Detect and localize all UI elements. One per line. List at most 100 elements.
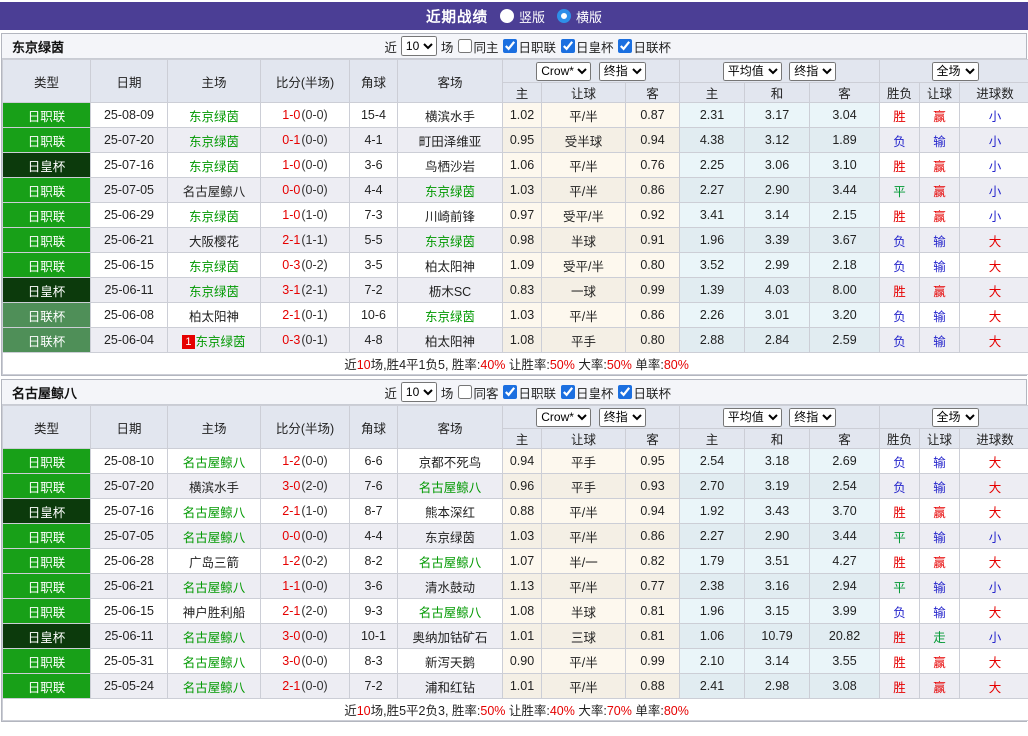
halftime-score: (2-0) — [301, 479, 328, 493]
summary-segment: 50% — [549, 358, 575, 372]
avg-draw-cell: 3.06 — [744, 152, 811, 178]
recent-count-select[interactable]: 10 — [400, 382, 437, 402]
avg-source-select[interactable]: 平均值 — [722, 407, 782, 427]
avg-time-select[interactable]: 终指 — [789, 407, 837, 427]
odds-group-header: Crow* 终指 — [501, 59, 681, 83]
date-cell: 25-06-21 — [90, 227, 168, 253]
scope-group-header: 全场 — [879, 59, 1028, 83]
home-team-cell: 广岛三箭 — [167, 548, 261, 574]
layout-radio-vertical[interactable]: 竖版 — [499, 7, 545, 26]
away-team-cell: 东京绿茵 — [397, 227, 503, 253]
col-handicap-result: 让球 — [919, 82, 961, 103]
avg-away-cell: 3.44 — [809, 177, 881, 203]
fulltime-score: 1-0 — [282, 158, 301, 172]
away-team-cell: 熊本深红 — [397, 498, 503, 524]
odds-time-select[interactable]: 终指 — [598, 407, 646, 427]
odds-home-cell: 0.96 — [502, 473, 542, 499]
corner-count-cell: 7-6 — [349, 473, 398, 499]
jleague-checkbox[interactable] — [503, 385, 518, 399]
summary-segment: 80% — [663, 358, 689, 372]
corner-count-cell: 4-8 — [349, 327, 398, 353]
away-team-cell: 东京绿茵 — [397, 302, 503, 328]
avg-away-cell: 3.67 — [809, 227, 881, 253]
league-filter-jleague[interactable]: 日职联 — [503, 37, 556, 56]
away-team-name: 熊本深红 — [424, 505, 475, 520]
corner-count-cell: 3-5 — [349, 252, 398, 278]
same-venue-filter[interactable]: 同客 — [458, 383, 498, 402]
avg-draw-cell: 3.39 — [744, 227, 811, 253]
goals-result-cell: 大 — [959, 673, 1028, 699]
avg-away-cell: 2.69 — [809, 448, 881, 474]
emperor-cup-checkbox[interactable] — [560, 39, 575, 53]
away-team-name: 横滨水手 — [424, 109, 475, 124]
same-venue-checkbox[interactable] — [458, 385, 473, 399]
score-cell: 2-1(0-0) — [260, 673, 350, 699]
league-label: 日联杯 — [633, 386, 671, 401]
away-team-cell: 名古屋鲸八 — [397, 598, 503, 624]
layout-radio-horizontal[interactable]: 横版 — [557, 7, 602, 26]
summary-segment: 70% — [606, 704, 632, 718]
avg-home-cell: 2.26 — [679, 302, 746, 328]
league-filter-levain-cup[interactable]: 日联杯 — [618, 383, 671, 402]
goals-result-cell: 小 — [959, 573, 1028, 599]
halftime-score: (0-1) — [301, 333, 328, 347]
avg-home-cell: 2.54 — [679, 448, 746, 474]
recent-count-select[interactable]: 10 — [400, 36, 437, 56]
odds-home-cell: 0.83 — [502, 277, 542, 303]
home-team-cell: 东京绿茵 — [167, 202, 261, 228]
odds-source-select[interactable]: Crow* — [536, 61, 592, 81]
levain-cup-checkbox[interactable] — [618, 39, 633, 53]
score-cell: 3-0(0-0) — [260, 648, 350, 674]
avg-draw-cell: 2.84 — [744, 327, 811, 353]
league-type-cell: 日职联 — [2, 177, 91, 203]
league-filter-levain-cup[interactable]: 日联杯 — [618, 37, 671, 56]
league-type-cell: 日皇杯 — [2, 152, 91, 178]
home-team-cell: 名古屋鲸八 — [167, 648, 261, 674]
score-cell: 0-3(0-1) — [260, 327, 350, 353]
league-type-cell: 日联杯 — [2, 302, 91, 328]
handicap-result-cell: 走 — [919, 623, 961, 649]
away-team-name: 奥纳加钴矿石 — [412, 630, 488, 645]
same-venue-label: 同客 — [473, 386, 499, 401]
away-team-name: 新泻天鹅 — [424, 655, 475, 670]
emperor-cup-checkbox[interactable] — [560, 385, 575, 399]
col-odds-home: 主 — [502, 82, 542, 103]
fulltime-score: 2-1 — [282, 308, 301, 322]
avg-draw-cell: 3.01 — [744, 302, 811, 328]
odds-source-select[interactable]: Crow* — [536, 407, 592, 427]
avg-source-select[interactable]: 平均值 — [722, 61, 782, 81]
levain-cup-checkbox[interactable] — [618, 385, 633, 399]
goals-result-cell: 大 — [959, 277, 1028, 303]
same-venue-checkbox[interactable] — [458, 39, 473, 53]
odds-time-select[interactable]: 终指 — [598, 61, 646, 81]
same-venue-filter[interactable]: 同主 — [458, 37, 498, 56]
odds-home-cell: 1.09 — [502, 252, 542, 278]
avg-home-cell: 1.92 — [679, 498, 746, 524]
avg-home-cell: 1.96 — [679, 227, 746, 253]
league-filter-jleague[interactable]: 日职联 — [503, 383, 556, 402]
col-home: 主场 — [167, 59, 261, 103]
winloss-result-cell: 平 — [879, 177, 921, 203]
league-filter-emperor-cup[interactable]: 日皇杯 — [560, 37, 613, 56]
avg-draw-cell: 3.19 — [744, 473, 811, 499]
league-filter-emperor-cup[interactable]: 日皇杯 — [560, 383, 613, 402]
home-team-cell: 名古屋鲸八 — [167, 623, 261, 649]
radio-label: 竖版 — [518, 9, 545, 25]
corner-count-cell: 10-6 — [349, 302, 398, 328]
scope-select[interactable]: 全场 — [931, 407, 979, 427]
col-odds-handicap: 让球 — [541, 428, 626, 449]
scope-select[interactable]: 全场 — [931, 61, 979, 81]
col-goals-result: 进球数 — [959, 82, 1028, 103]
odds-home-cell: 1.06 — [502, 152, 542, 178]
odds-away-cell: 0.92 — [624, 202, 681, 228]
odds-away-cell: 0.82 — [624, 548, 681, 574]
jleague-checkbox[interactable] — [503, 39, 518, 53]
away-team-cell: 町田泽维亚 — [397, 127, 503, 153]
avg-away-cell: 3.44 — [809, 523, 881, 549]
match-row: 日职联 25-07-20 东京绿茵 0-1(0-0) 4-1 町田泽维亚 0.95 受半球 0.… — [2, 127, 1028, 153]
odds-handicap-cell: 平/半 — [541, 573, 626, 599]
odds-handicap-cell: 受平/半 — [541, 202, 626, 228]
winloss-result-cell: 胜 — [879, 202, 921, 228]
avg-time-select[interactable]: 终指 — [789, 61, 837, 81]
avg-draw-cell: 3.51 — [744, 548, 811, 574]
